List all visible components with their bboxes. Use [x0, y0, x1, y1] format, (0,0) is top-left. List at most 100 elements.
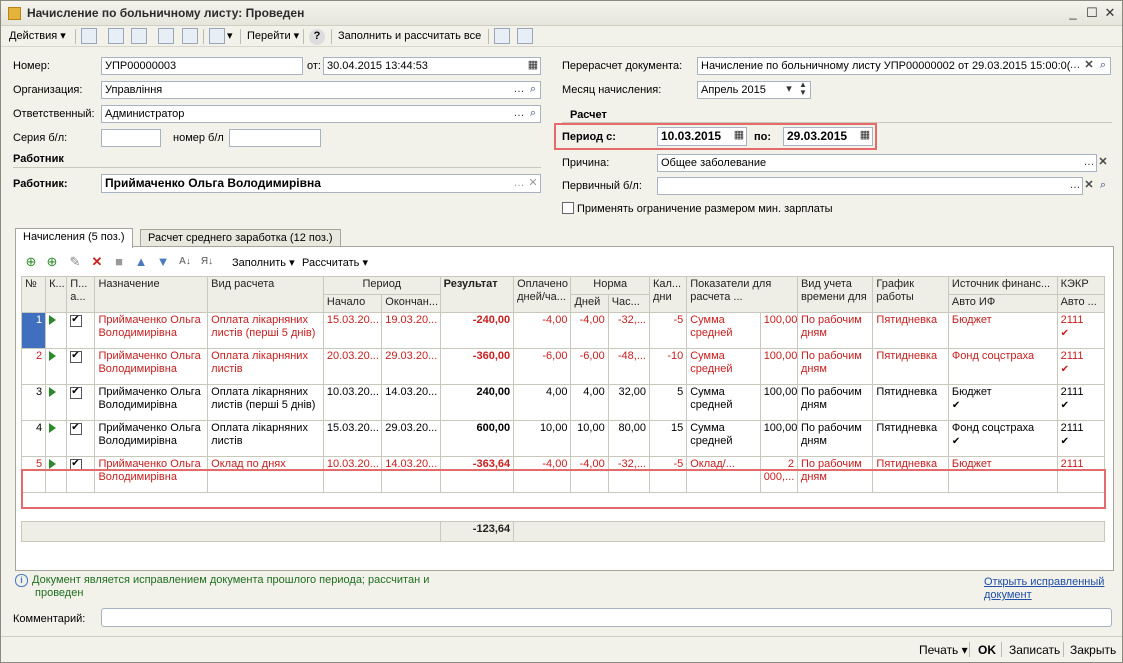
recalc-clear-icon[interactable]: ✕	[1082, 57, 1096, 75]
row-active-icon[interactable]	[45, 384, 68, 421]
copy-icon[interactable]	[131, 28, 147, 44]
calc-menu[interactable]: Рассчитать ▾	[302, 255, 368, 271]
based-on-icon[interactable]	[209, 28, 225, 44]
fill-menu[interactable]: Заполнить ▾	[232, 255, 295, 271]
col-norm[interactable]: Норма	[570, 276, 650, 295]
save-button[interactable]: Записать	[1009, 643, 1060, 657]
end-edit-icon[interactable]: ■	[112, 255, 126, 269]
close-icon[interactable]: ✕	[1102, 5, 1118, 21]
comment-field[interactable]	[101, 608, 1112, 627]
reason-clear-icon[interactable]: ✕	[1096, 154, 1110, 172]
worker-section-title: Работник	[13, 153, 64, 165]
responsible-select-icon[interactable]: …	[512, 105, 526, 123]
recalc-field[interactable]: Начисление по больничному листу УПР00000…	[697, 57, 1111, 75]
print-button[interactable]: Печать ▾	[919, 643, 968, 657]
org-field[interactable]: Управління	[101, 81, 541, 99]
row-checkbox[interactable]	[66, 420, 96, 457]
table-row[interactable]: 3 Приймаченко Ольга Володимирівна Оплата…	[20, 384, 1106, 421]
col-k[interactable]: К...	[45, 276, 68, 313]
org-select-icon[interactable]: …	[512, 81, 526, 99]
maximize-icon[interactable]: ☐	[1084, 5, 1100, 21]
fill-calc-all-button[interactable]: Заполнить и рассчитать все	[338, 28, 481, 44]
primary-clear-icon[interactable]: ✕	[1082, 177, 1096, 195]
tab-accruals[interactable]: Начисления (5 поз.)	[15, 228, 133, 248]
org-search-icon[interactable]: ⌕	[526, 81, 540, 99]
primary-search-icon[interactable]: ⌕	[1096, 177, 1110, 195]
row-active-icon[interactable]	[45, 348, 68, 385]
help-icon[interactable]: ?	[309, 29, 325, 45]
worker-select-icon[interactable]: …	[512, 175, 526, 193]
row-kekr: 2111 ✔	[1056, 312, 1106, 349]
month-dropdown-icon[interactable]: ▾	[782, 81, 796, 99]
based-on-dropdown[interactable]: ▾	[227, 28, 233, 44]
period-from-calendar-icon[interactable]: ▦	[732, 127, 746, 145]
open-corrected-document-link[interactable]: Открыть исправленный документ	[984, 576, 1104, 602]
col-schedule[interactable]: График работы	[872, 276, 949, 313]
col-cal[interactable]: Кал... дни	[648, 276, 688, 313]
table-row[interactable]: 2 Приймаченко Ольга Володимирівна Оплата…	[20, 348, 1106, 385]
col-result[interactable]: Результат	[439, 276, 515, 313]
copy-row-icon[interactable]: ⊕	[45, 255, 59, 269]
recalc-search-icon[interactable]: ⌕	[1096, 57, 1110, 75]
min-salary-checkbox[interactable]: Применять ограничение размером мин. зарп…	[562, 202, 833, 216]
export-icon[interactable]	[182, 28, 198, 44]
col-kekr-auto[interactable]: Авто ...	[1056, 294, 1106, 313]
goto-menu[interactable]: Перейти ▾	[247, 28, 299, 44]
period-to-calendar-icon[interactable]: ▦	[858, 127, 872, 145]
col-source-auto[interactable]: Авто ИФ	[947, 294, 1058, 313]
primary-field[interactable]	[657, 177, 1083, 195]
col-hours[interactable]: Час...	[607, 294, 650, 313]
responsible-field[interactable]: Администратор	[101, 105, 541, 123]
row-active-icon[interactable]	[45, 420, 68, 457]
col-source[interactable]: Источник финанс...	[947, 276, 1058, 295]
close-button[interactable]: Закрыть	[1070, 643, 1116, 657]
primary-select-icon[interactable]: …	[1068, 177, 1082, 195]
col-end[interactable]: Окончан...	[381, 294, 441, 313]
col-purpose[interactable]: Назначение	[94, 276, 209, 313]
col-p[interactable]: П... а...	[66, 276, 96, 313]
month-spin-icon[interactable]: ▲ ▼	[796, 81, 810, 99]
row-active-icon[interactable]	[45, 312, 68, 349]
list-icon[interactable]	[517, 28, 533, 44]
col-calc-type[interactable]: Вид расчета	[207, 276, 324, 313]
col-kekr[interactable]: КЭКР	[1056, 276, 1106, 295]
table-row[interactable]: 1 Приймаченко Ольга Володимирівна Оплата…	[20, 312, 1106, 349]
recalc-select-icon[interactable]: …	[1068, 57, 1082, 75]
series-field[interactable]	[101, 129, 161, 147]
row-checkbox[interactable]	[66, 312, 96, 349]
date-field[interactable]: 30.04.2015 13:44:53	[323, 57, 541, 75]
col-period[interactable]: Период	[322, 276, 441, 295]
responsible-search-icon[interactable]: ⌕	[526, 105, 540, 123]
structure-icon[interactable]	[494, 28, 510, 44]
delete-row-icon[interactable]: ✕	[90, 255, 104, 269]
import-icon[interactable]	[158, 28, 174, 44]
move-down-icon[interactable]: ▼	[156, 255, 170, 269]
actions-menu[interactable]: Действия ▾	[9, 28, 66, 44]
col-paid[interactable]: Оплачено дней/ча...	[513, 276, 572, 313]
col-n[interactable]: №	[20, 276, 47, 313]
calendar-icon[interactable]: ▦	[526, 57, 540, 75]
number-bl-field[interactable]	[229, 129, 321, 147]
col-start[interactable]: Начало	[322, 294, 383, 313]
worker-clear-icon[interactable]: ✕	[526, 175, 540, 193]
row-checkbox[interactable]	[66, 348, 96, 385]
add-row-icon[interactable]: ⊕	[24, 255, 38, 269]
reason-field[interactable]: Общее заболевание	[657, 154, 1097, 172]
worker-field[interactable]: Приймаченко Ольга Володимирівна	[101, 174, 541, 193]
ok-button[interactable]: OK	[978, 643, 996, 657]
row-time-type: По рабочим дням	[796, 420, 874, 457]
edit-row-icon[interactable]: ✎	[68, 255, 82, 269]
post-icon[interactable]	[81, 28, 97, 44]
col-time-type[interactable]: Вид учета времени для	[796, 276, 874, 313]
sort-desc-icon[interactable]: Я↓	[200, 255, 214, 269]
refresh-icon[interactable]	[108, 28, 124, 44]
reason-select-icon[interactable]: …	[1082, 154, 1096, 172]
table-row[interactable]: 4 Приймаченко Ольга Володимирівна Оплата…	[20, 420, 1106, 457]
number-field[interactable]: УПР00000003	[101, 57, 303, 75]
row-checkbox[interactable]	[66, 384, 96, 421]
sort-asc-icon[interactable]: A↓	[178, 255, 192, 269]
col-indicators[interactable]: Показатели для расчета ...	[686, 276, 798, 313]
move-up-icon[interactable]: ▲	[134, 255, 148, 269]
minimize-icon[interactable]: _	[1065, 5, 1081, 21]
col-days[interactable]: Дней	[570, 294, 609, 313]
